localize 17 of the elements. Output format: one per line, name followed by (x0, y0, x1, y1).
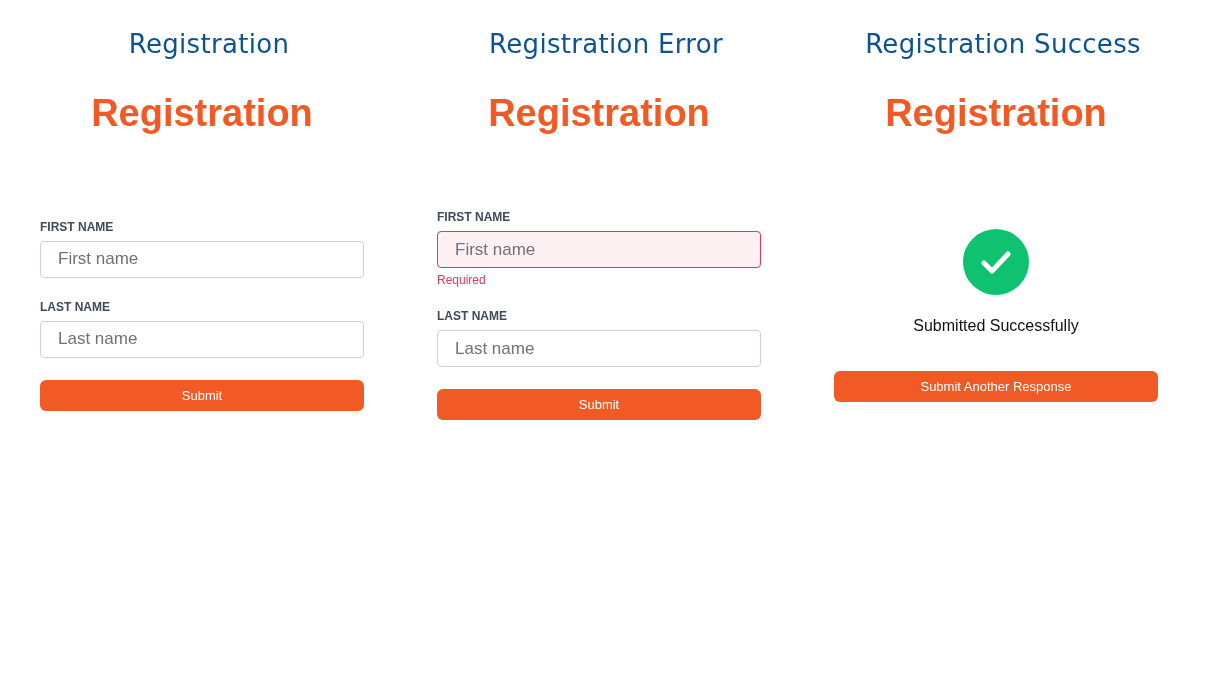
input-field[interactable]: First name (437, 231, 761, 268)
field-label: FIRST NAME (437, 210, 512, 224)
success-message: Submitted Successfully (913, 316, 1079, 335)
panel-caption: Registration Success (864, 28, 1142, 61)
panel-caption: Registration (127, 28, 291, 61)
form-title: Registration (90, 91, 314, 135)
field-label: LAST NAME (40, 299, 111, 314)
check-icon (963, 228, 1029, 295)
field-label: FIRST NAME (40, 219, 115, 234)
field-label: LAST NAME (437, 309, 508, 323)
form-title: Registration (884, 91, 1108, 135)
submit-button[interactable]: Submit (437, 389, 761, 420)
submit-another-button[interactable]: Submit Another Response (834, 370, 1158, 402)
submit-button[interactable]: Submit (40, 379, 364, 411)
panel-caption: Registration Error (488, 28, 724, 61)
form-title: Registration (487, 91, 711, 135)
error-message: Required (437, 273, 487, 287)
